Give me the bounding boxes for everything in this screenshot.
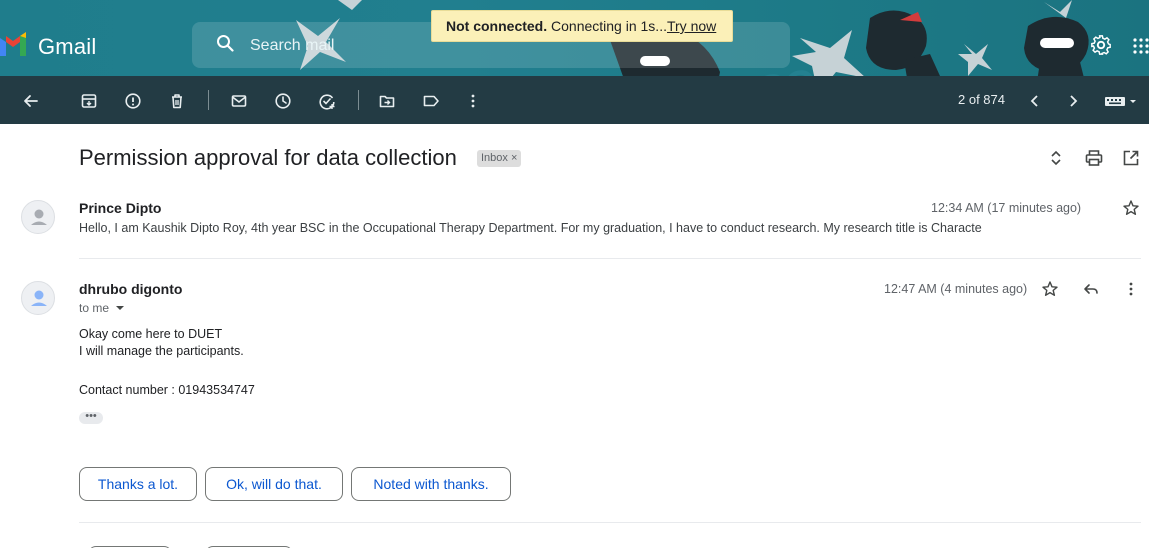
message-body-line: Contact number : 01943534747: [79, 383, 255, 397]
gmail-wordmark[interactable]: Gmail: [38, 34, 96, 60]
message-body-line: I will manage the participants.: [79, 344, 244, 358]
search-input[interactable]: Search mail: [250, 37, 334, 55]
print-icon[interactable]: [1084, 148, 1104, 168]
expand-collapse-all-icon[interactable]: [1046, 148, 1066, 168]
thread-subject: Permission approval for data collection: [79, 145, 457, 170]
banner-message: Connecting in 1s...: [547, 18, 667, 34]
inbox-label-chip: Inbox ×: [477, 150, 522, 167]
sender-name[interactable]: Prince Dipto: [79, 200, 161, 216]
gmail-logo-icon[interactable]: [0, 32, 26, 56]
apps-grid-icon[interactable]: [1133, 38, 1149, 54]
recipient-label: to me: [79, 301, 110, 315]
more-options-vertical-icon[interactable]: [1122, 280, 1140, 298]
smart-reply-button[interactable]: Thanks a lot.: [79, 467, 197, 501]
newer-chevron-left-icon[interactable]: [1026, 92, 1044, 110]
star-icon[interactable]: [1041, 280, 1059, 298]
label-tag-icon[interactable]: [422, 92, 440, 110]
show-trimmed-content-button[interactable]: •••: [79, 411, 103, 424]
message-time: 12:34 AM (17 minutes ago): [931, 201, 1082, 215]
snooze-clock-icon[interactable]: [274, 92, 292, 110]
smart-reply-button[interactable]: Ok, will do that.: [205, 467, 343, 501]
reply-arrow-icon[interactable]: [1082, 280, 1100, 298]
move-to-folder-icon[interactable]: [378, 92, 396, 110]
try-now-link[interactable]: Try now: [667, 18, 716, 34]
open-in-new-window-icon[interactable]: [1121, 148, 1141, 168]
report-spam-icon[interactable]: [124, 92, 142, 110]
remove-label-button[interactable]: ×: [511, 152, 517, 164]
message-divider: [79, 258, 1141, 259]
dropdown-caret-icon[interactable]: [115, 304, 125, 312]
settings-gear-icon[interactable]: [1090, 34, 1112, 56]
sender-name[interactable]: dhrubo digonto: [79, 281, 182, 297]
inbox-label-text: Inbox: [481, 152, 508, 164]
star-icon[interactable]: [1122, 199, 1140, 217]
default-avatar-icon: [31, 290, 47, 306]
banner-status: Not connected.: [446, 18, 548, 34]
toolbar-separator: [358, 90, 359, 110]
archive-icon[interactable]: [80, 92, 98, 110]
input-tools-keyboard-icon[interactable]: [1104, 92, 1138, 110]
thread-bottom-divider: [79, 522, 1141, 523]
more-options-vertical-icon[interactable]: [464, 92, 482, 110]
mark-unread-mail-icon[interactable]: [230, 92, 248, 110]
sender-avatar[interactable]: [21, 200, 55, 234]
message-time: 12:47 AM (4 minutes ago): [884, 282, 1028, 296]
smart-reply-button[interactable]: Noted with thanks.: [351, 467, 511, 501]
recipient-details[interactable]: to me: [79, 301, 125, 315]
search-icon[interactable]: [216, 34, 234, 52]
default-avatar-icon: [31, 209, 47, 225]
pagination-counter: 2 of 874: [958, 92, 1005, 107]
back-arrow-icon[interactable]: [22, 92, 40, 110]
older-chevron-right-icon[interactable]: [1064, 92, 1082, 110]
delete-trash-icon[interactable]: [168, 92, 186, 110]
message-body-line: Okay come here to DUET: [79, 327, 223, 341]
connection-status-banner: Not connected. Connecting in 1s...Try no…: [431, 10, 733, 42]
add-to-tasks-icon[interactable]: [318, 92, 336, 110]
message-snippet[interactable]: Hello, I am Kaushik Dipto Roy, 4th year …: [79, 221, 1039, 235]
sender-avatar[interactable]: [21, 281, 55, 315]
toolbar-separator: [208, 90, 209, 110]
